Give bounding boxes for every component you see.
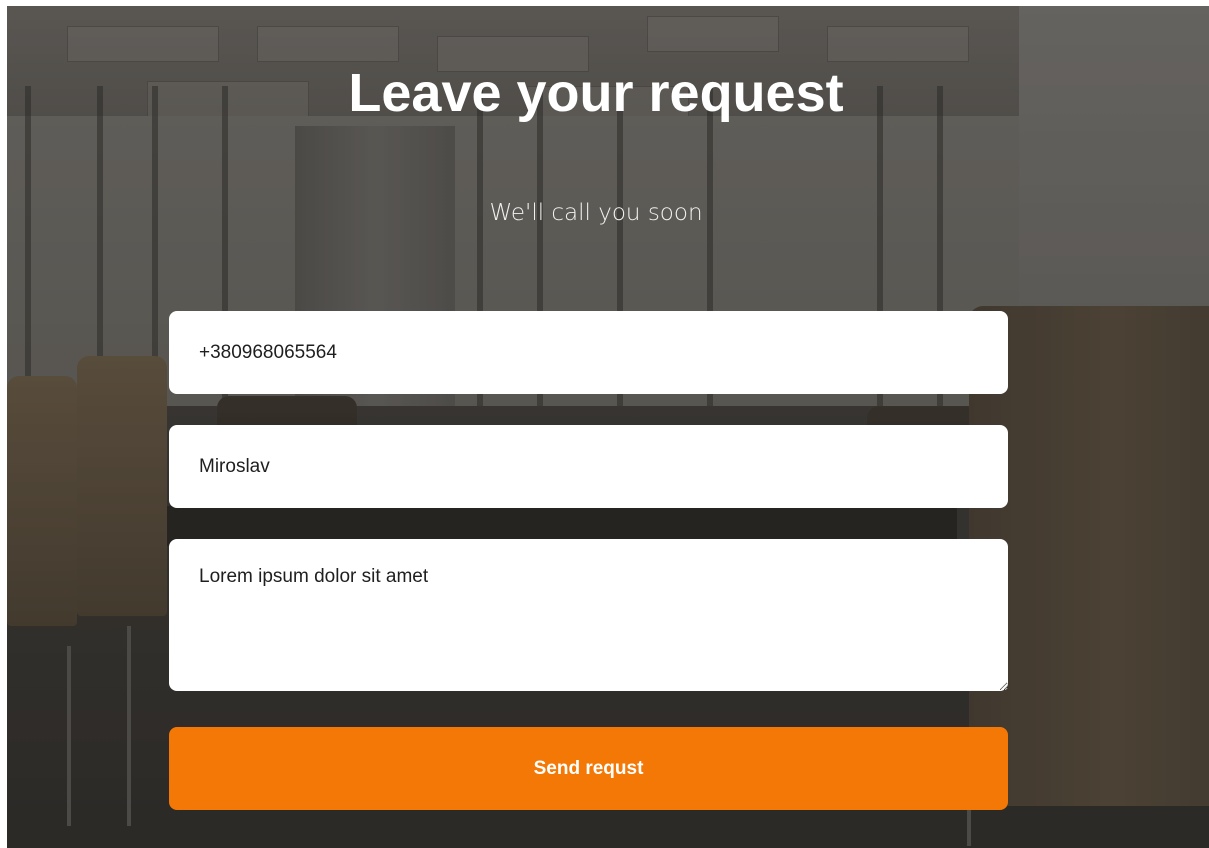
phone-input[interactable] bbox=[169, 311, 1008, 394]
name-input[interactable] bbox=[169, 425, 1008, 508]
form-title: Leave your request bbox=[348, 63, 844, 123]
message-textarea[interactable]: Lorem ipsum dolor sit amet bbox=[169, 539, 1008, 691]
form-subtitle: We'll call you soon bbox=[489, 200, 703, 226]
request-section: Leave your request We'll call you soon L… bbox=[7, 6, 1209, 848]
send-request-button[interactable]: Send requst bbox=[169, 727, 1008, 810]
